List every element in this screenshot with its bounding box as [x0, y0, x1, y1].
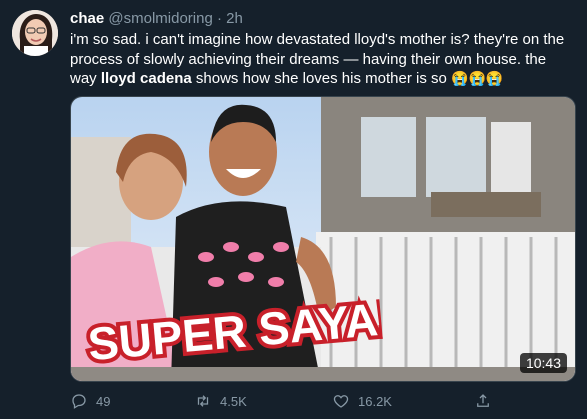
timestamp[interactable]: 2h	[226, 10, 243, 27]
video-thumbnail[interactable]: SUPER SAYA! 10:43	[70, 96, 576, 382]
reply-button[interactable]: 49	[70, 392, 110, 410]
reply-icon	[72, 394, 86, 409]
like-count: 16.2K	[358, 393, 392, 409]
display-name[interactable]: chae	[70, 10, 104, 27]
tweet-header: chae @smolmidoring · 2h	[70, 10, 243, 28]
retweet-button[interactable]: 4.5K	[194, 392, 247, 410]
share-button[interactable]	[474, 392, 492, 410]
user-handle[interactable]: @smolmidoring	[108, 10, 212, 27]
crying-emoji: 😭😭😭	[451, 70, 504, 86]
mention-bold: lloyd cadena	[100, 70, 192, 87]
separator-dot: ·	[216, 10, 222, 27]
tweet-actions: 49 4.5K 16.2K	[70, 392, 570, 414]
retweet-icon	[197, 395, 209, 407]
retweet-count: 4.5K	[220, 393, 247, 409]
like-icon	[333, 395, 349, 408]
tweet-text-part-2: shows how she loves his mother is so	[191, 70, 447, 87]
share-icon	[477, 394, 489, 407]
video-duration: 10:43	[519, 353, 567, 373]
like-button[interactable]: 16.2K	[332, 392, 392, 410]
avatar[interactable]	[12, 10, 58, 56]
tweet-text: i'm so sad. i can't imagine how devastat…	[70, 30, 575, 89]
reply-count: 49	[96, 393, 111, 409]
avatar-image	[12, 10, 58, 56]
